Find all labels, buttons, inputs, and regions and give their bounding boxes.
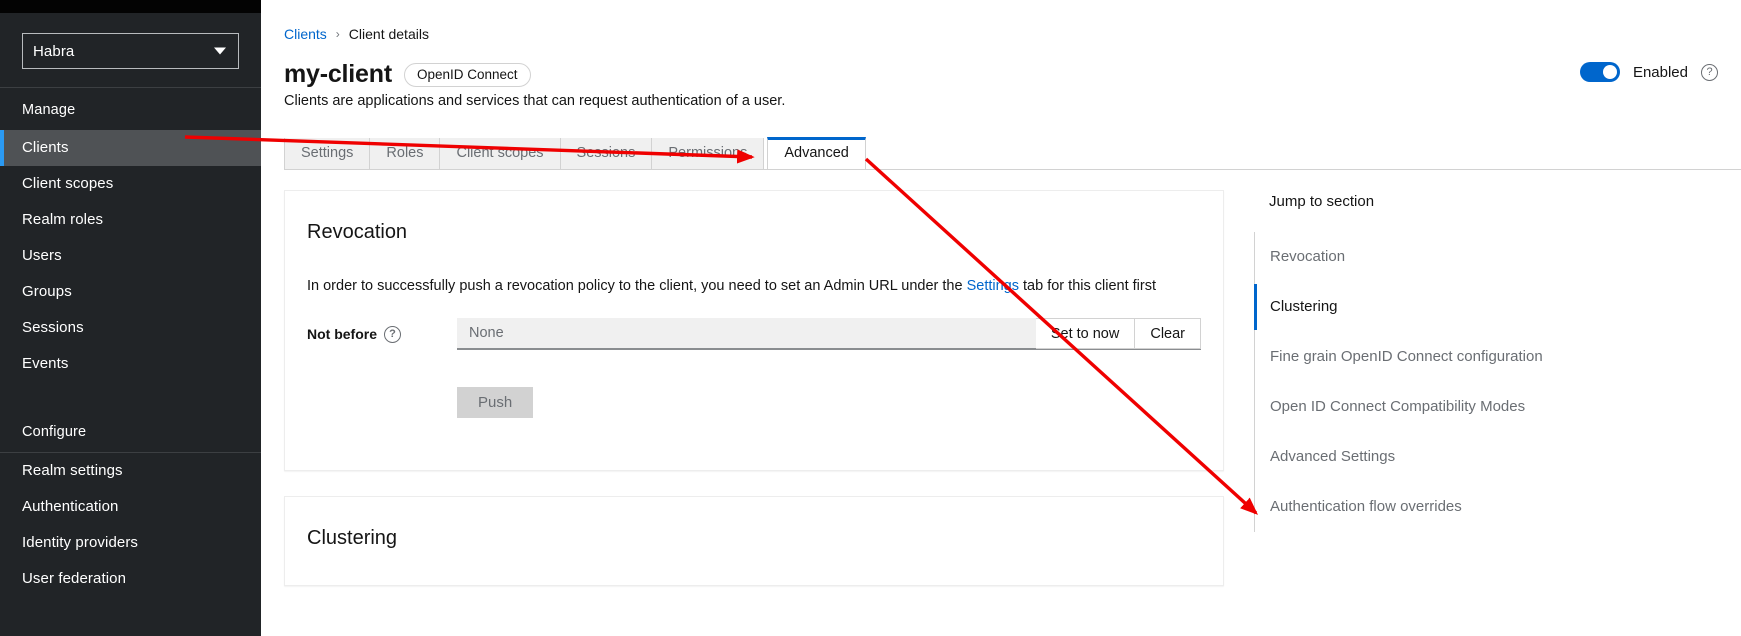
- clustering-card: Clustering: [284, 496, 1224, 586]
- chevron-down-icon: [214, 47, 226, 55]
- sidebar-item-label: Sessions: [22, 319, 84, 336]
- clustering-title: Clustering: [307, 527, 398, 549]
- sidebar-item-label: Events: [22, 355, 69, 372]
- jump-item-label: Clustering: [1270, 298, 1338, 315]
- tab-advanced[interactable]: Advanced: [767, 137, 866, 170]
- jump-item-label: Authentication flow overrides: [1270, 498, 1462, 515]
- not-before-row: Not before ? Set to now Clear: [307, 318, 1201, 350]
- jump-item-open-id-connect-compatibility-modes[interactable]: Open ID Connect Compatibility Modes: [1255, 382, 1674, 432]
- jump-to-section-list: Revocation Clustering Fine grain OpenID …: [1254, 232, 1674, 532]
- tab-label: Permissions: [668, 145, 748, 161]
- sidebar-item-user-federation[interactable]: User federation: [0, 561, 261, 597]
- sidebar-item-identity-providers[interactable]: Identity providers: [0, 525, 261, 561]
- jump-item-label: Advanced Settings: [1270, 448, 1396, 465]
- jump-item-advanced-settings[interactable]: Advanced Settings: [1255, 432, 1674, 482]
- jump-item-revocation[interactable]: Revocation: [1255, 232, 1674, 282]
- page-subtitle: Clients are applications and services th…: [284, 93, 786, 109]
- jump-to-section-title: Jump to section: [1269, 193, 1375, 210]
- tab-label: Advanced: [784, 145, 849, 161]
- keycloak-admin-console: Habra Manage Clients Client scopes Realm…: [0, 0, 1741, 636]
- revocation-title: Revocation: [307, 221, 408, 243]
- breadcrumb: Clients › Client details: [284, 26, 429, 42]
- push-button[interactable]: Push: [457, 387, 534, 418]
- jump-item-label: Fine grain OpenID Connect configuration: [1270, 348, 1543, 365]
- jump-item-label: Open ID Connect Compatibility Modes: [1270, 398, 1526, 415]
- revocation-description-after: tab for this client first: [1019, 278, 1156, 294]
- revocation-card: Revocation In order to successfully push…: [284, 190, 1224, 471]
- push-row: Push: [307, 387, 1201, 470]
- sidebar-item-realm-settings[interactable]: Realm settings: [0, 453, 261, 489]
- breadcrumb-link-clients[interactable]: Clients: [284, 26, 327, 42]
- sidebar-item-groups[interactable]: Groups: [0, 274, 261, 310]
- client-detail-tabs: Settings Roles Client scopes Sessions Pe…: [284, 137, 866, 170]
- revocation-description-before: In order to successfully push a revocati…: [307, 278, 967, 294]
- sidebar-item-label: Authentication: [22, 498, 119, 515]
- not-before-input[interactable]: [457, 318, 1036, 349]
- sidebar-item-label: User federation: [22, 570, 127, 587]
- sidebar-item-label: Realm roles: [22, 211, 104, 228]
- help-circle-icon[interactable]: ?: [1701, 63, 1718, 81]
- enabled-toggle-group: Enabled ?: [1579, 62, 1718, 82]
- protocol-badge: OpenID Connect: [403, 62, 531, 87]
- jump-item-fine-grain-openid-connect-configuration[interactable]: Fine grain OpenID Connect configuration: [1255, 332, 1674, 382]
- jump-to-section-panel: Jump to section Revocation Clustering Fi…: [1254, 193, 1674, 532]
- realm-selector-wrapper: Habra: [0, 13, 261, 87]
- sidebar-item-authentication[interactable]: Authentication: [0, 489, 261, 525]
- page-title-row: my-client OpenID Connect: [284, 60, 531, 89]
- sidebar-item-label: Client scopes: [22, 175, 114, 192]
- advanced-tab-content: Revocation In order to successfully push…: [284, 190, 1224, 586]
- clear-button[interactable]: Clear: [1135, 318, 1201, 349]
- tab-settings[interactable]: Settings: [284, 138, 371, 170]
- sidebar-item-label: Identity providers: [22, 534, 139, 551]
- enabled-toggle-label: Enabled: [1632, 63, 1688, 81]
- sidebar-item-sessions[interactable]: Sessions: [0, 310, 261, 346]
- realm-selector-value: Habra: [33, 42, 75, 60]
- sidebar-item-clients[interactable]: Clients: [0, 130, 261, 166]
- tab-client-scopes[interactable]: Client scopes: [440, 138, 561, 170]
- set-to-now-button[interactable]: Set to now: [1035, 318, 1136, 349]
- jump-item-authentication-flow-overrides[interactable]: Authentication flow overrides: [1255, 482, 1674, 532]
- tab-label: Sessions: [576, 145, 636, 161]
- tab-label: Client scopes: [456, 145, 544, 161]
- chevron-right-icon: ›: [335, 27, 340, 41]
- sidebar-item-label: Groups: [22, 283, 72, 300]
- toggle-knob: [1602, 65, 1617, 79]
- main-content: Clients › Client details my-client OpenI…: [261, 0, 1741, 636]
- sidebar-item-events[interactable]: Events: [0, 346, 261, 382]
- revocation-settings-link[interactable]: Settings: [967, 278, 1019, 294]
- not-before-input-group: Set to now Clear: [457, 318, 1201, 350]
- tab-permissions[interactable]: Permissions: [652, 138, 765, 170]
- sidebar-item-users[interactable]: Users: [0, 238, 261, 274]
- sidebar-group-configure-label: Configure: [22, 424, 87, 440]
- sidebar-item-label: Clients: [22, 139, 69, 156]
- sidebar-item-label: Users: [22, 247, 62, 264]
- tab-roles[interactable]: Roles: [370, 138, 441, 170]
- card-spacer: [284, 471, 1224, 496]
- revocation-description: In order to successfully push a revocati…: [307, 278, 1201, 294]
- tabs-underline: [284, 169, 1741, 170]
- not-before-label-group: Not before ?: [307, 325, 457, 343]
- masthead-bar: [0, 0, 261, 13]
- breadcrumb-current: Client details: [348, 26, 429, 42]
- tab-sessions[interactable]: Sessions: [560, 138, 653, 170]
- enabled-toggle[interactable]: [1579, 62, 1620, 82]
- help-circle-icon[interactable]: ?: [384, 325, 401, 343]
- realm-selector[interactable]: Habra: [22, 33, 239, 69]
- sidebar-item-label: Realm settings: [22, 462, 123, 479]
- page-title: my-client: [284, 60, 392, 88]
- tab-label: Roles: [386, 145, 424, 161]
- sidebar-item-realm-roles[interactable]: Realm roles: [0, 202, 261, 238]
- tab-label: Settings: [301, 145, 354, 161]
- primary-sidebar: Habra Manage Clients Client scopes Realm…: [0, 13, 261, 636]
- sidebar-item-client-scopes[interactable]: Client scopes: [0, 166, 261, 202]
- sidebar-group-manage-label: Manage: [22, 102, 76, 118]
- not-before-label: Not before: [307, 326, 377, 342]
- jump-item-clustering[interactable]: Clustering: [1254, 282, 1674, 332]
- jump-item-label: Revocation: [1270, 248, 1346, 265]
